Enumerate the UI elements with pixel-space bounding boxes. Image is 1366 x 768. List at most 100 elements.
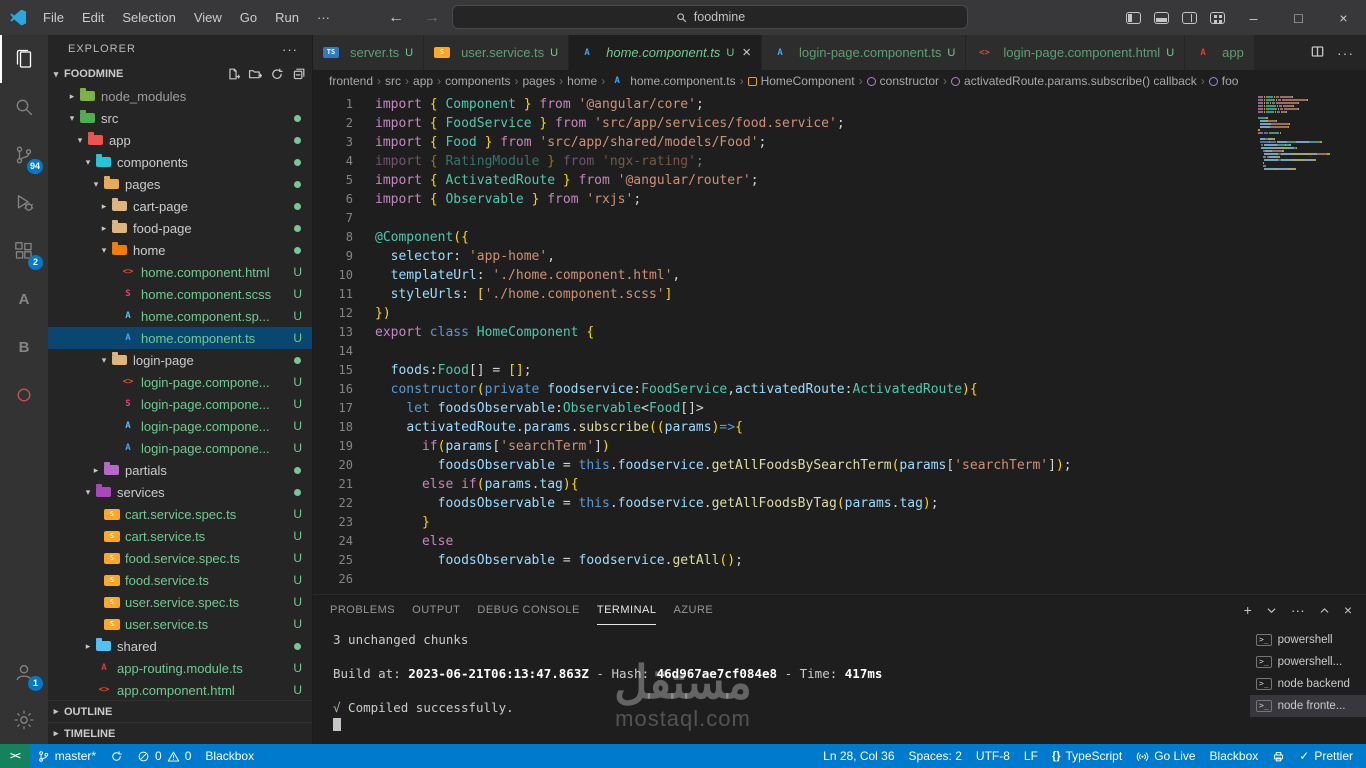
- tree-folder-app[interactable]: ▾ app: [48, 129, 312, 151]
- tab-login-page.component.html[interactable]: <> login-page.component.html U: [966, 35, 1186, 70]
- extensions-icon[interactable]: 2: [0, 227, 48, 275]
- terminal-instance-4[interactable]: >_ node fronte...: [1250, 695, 1366, 717]
- breadcrumb-item[interactable]: HomeComponent: [747, 74, 855, 88]
- maximize-panel-icon[interactable]: [1318, 604, 1331, 617]
- tree-file-home.component.sp...[interactable]: Ahome.component.sp... U: [48, 305, 312, 327]
- explorer-icon[interactable]: [0, 35, 48, 83]
- run-debug-icon[interactable]: [0, 179, 48, 227]
- code-line-20[interactable]: 20 foodsObservable = this.foodservice.ge…: [313, 456, 1246, 475]
- code-line-21[interactable]: 21 else if(params.tag){: [313, 475, 1246, 494]
- back-button[interactable]: ←: [388, 9, 404, 27]
- command-center-search[interactable]: foodmine: [452, 5, 968, 29]
- status-printer[interactable]: [1265, 744, 1292, 768]
- outline-section[interactable]: ▸ OUTLINE: [48, 700, 312, 722]
- tree-folder-services[interactable]: ▾ services: [48, 481, 312, 503]
- breadcrumb-item[interactable]: activatedRoute.params.subscribe() callba…: [951, 74, 1197, 88]
- code-line-9[interactable]: 9 selector: 'app-home',: [313, 247, 1246, 266]
- search-icon[interactable]: [0, 83, 48, 131]
- panel-tab-debug-console[interactable]: DEBUG CONSOLE: [477, 595, 579, 625]
- breadcrumb-item[interactable]: foo: [1208, 74, 1238, 88]
- tree-file-user.service.ts[interactable]: Suser.service.ts U: [48, 613, 312, 635]
- minimize-button[interactable]: –: [1231, 0, 1276, 35]
- tree-folder-partials[interactable]: ▸ partials: [48, 459, 312, 481]
- tab-server.ts[interactable]: TS server.ts U: [313, 35, 425, 70]
- panel-tab-problems[interactable]: PROBLEMS: [330, 595, 395, 625]
- breadcrumb-item[interactable]: frontend: [329, 74, 373, 88]
- tree-file-login-page.compone...[interactable]: Alogin-page.compone... U: [48, 415, 312, 437]
- minimap[interactable]: [1258, 96, 1358, 174]
- code-line-1[interactable]: 1 import { Component } from '@angular/cor…: [313, 95, 1246, 114]
- refresh-icon[interactable]: [270, 67, 284, 81]
- menu-more[interactable]: ···: [308, 0, 339, 35]
- new-folder-icon[interactable]: [248, 67, 262, 81]
- tab-home.component.ts[interactable]: Ahome.component.ts U ×: [569, 35, 763, 70]
- code-line-4[interactable]: 4 import { RatingModule } from 'ngx-ratin…: [313, 152, 1246, 171]
- new-file-icon[interactable]: [226, 67, 240, 81]
- tree-file-home.component.ts[interactable]: Ahome.component.ts U: [48, 327, 312, 349]
- code-line-23[interactable]: 23 }: [313, 513, 1246, 532]
- code-line-8[interactable]: 8 @Component({: [313, 228, 1246, 247]
- code-line-6[interactable]: 6 import { Observable } from 'rxjs';: [313, 190, 1246, 209]
- tree-folder-home[interactable]: ▾ home: [48, 239, 312, 261]
- menu-run[interactable]: Run: [266, 0, 308, 35]
- tree-folder-components[interactable]: ▾ components: [48, 151, 312, 173]
- status-cursor-position[interactable]: Ln 28, Col 36: [816, 744, 901, 768]
- tab-close-icon[interactable]: ×: [742, 44, 751, 61]
- project-section-header[interactable]: ▾ FOODMINE: [48, 63, 312, 85]
- menu-selection[interactable]: Selection: [113, 0, 184, 35]
- status-encoding[interactable]: UTF-8: [969, 744, 1017, 768]
- panel-tab-azure[interactable]: AZURE: [673, 595, 713, 625]
- breadcrumb-item[interactable]: components: [445, 74, 510, 88]
- code-line-13[interactable]: 13 export class HomeComponent {: [313, 323, 1246, 342]
- layout-panel-icon[interactable]: [1147, 0, 1175, 35]
- blackbox-icon[interactable]: B: [0, 323, 48, 371]
- panel-tab-output[interactable]: OUTPUT: [412, 595, 460, 625]
- source-control-icon[interactable]: 94: [0, 131, 48, 179]
- code-line-24[interactable]: 24 else: [313, 532, 1246, 551]
- code-line-3[interactable]: 3 import { Food } from 'src/app/shared/mo…: [313, 133, 1246, 152]
- record-icon[interactable]: [0, 371, 48, 419]
- code-line-17[interactable]: 17 let foodsObservable:Observable<Food[]…: [313, 399, 1246, 418]
- breadcrumb-item[interactable]: src: [385, 74, 401, 88]
- tree-file-login-page.compone...[interactable]: Alogin-page.compone... U: [48, 437, 312, 459]
- menu-edit[interactable]: Edit: [73, 0, 113, 35]
- tree-file-user.service.spec.ts[interactable]: Suser.service.spec.ts U: [48, 591, 312, 613]
- maximize-button[interactable]: □: [1276, 0, 1321, 35]
- sidebar-more-actions-icon[interactable]: ···: [282, 42, 298, 57]
- tree-file-home.component.scss[interactable]: Shome.component.scss U: [48, 283, 312, 305]
- status-blackbox[interactable]: Blackbox: [1203, 744, 1266, 768]
- code-line-12[interactable]: 12}): [313, 304, 1246, 323]
- settings-icon[interactable]: [0, 696, 48, 744]
- menu-file[interactable]: File: [34, 0, 73, 35]
- tree-folder-node_modules[interactable]: ▸ node_modules: [48, 85, 312, 107]
- code-line-16[interactable]: 16 constructor(private foodservice:FoodS…: [313, 380, 1246, 399]
- timeline-section[interactable]: ▸ TIMELINE: [48, 722, 312, 744]
- status-eol[interactable]: LF: [1017, 744, 1045, 768]
- tab-app[interactable]: Aapp: [1185, 35, 1255, 70]
- tree-file-cart.service.spec.ts[interactable]: Scart.service.spec.ts U: [48, 503, 312, 525]
- split-editor-icon[interactable]: [1310, 44, 1325, 62]
- angular-icon[interactable]: A: [0, 275, 48, 323]
- close-button[interactable]: ×: [1321, 0, 1366, 35]
- breadcrumb-item[interactable]: Ahome.component.ts: [609, 74, 735, 88]
- code-line-18[interactable]: 18 activatedRoute.params.subscribe((para…: [313, 418, 1246, 437]
- terminal-instance-2[interactable]: >_ powershell...: [1250, 651, 1366, 673]
- tree-file-app-routing.module.ts[interactable]: Aapp-routing.module.ts U: [48, 657, 312, 679]
- forward-button[interactable]: →: [424, 9, 440, 27]
- tree-folder-pages[interactable]: ▾ pages: [48, 173, 312, 195]
- terminal-instance-3[interactable]: >_ node backend: [1250, 673, 1366, 695]
- code-line-2[interactable]: 2 import { FoodService } from 'src/app/se…: [313, 114, 1246, 133]
- code-line-14[interactable]: 14: [313, 342, 1246, 361]
- breadcrumb-item[interactable]: pages: [522, 74, 555, 88]
- tab-user.service.ts[interactable]: Suser.service.ts U: [424, 35, 570, 70]
- layout-sidebar-right-icon[interactable]: [1175, 0, 1203, 35]
- status-sync[interactable]: [103, 744, 130, 768]
- panel-more-icon[interactable]: ···: [1291, 602, 1305, 618]
- new-terminal-icon[interactable]: +: [1244, 602, 1252, 618]
- editor-more-actions-icon[interactable]: ···: [1337, 45, 1354, 61]
- tree-folder-login-page[interactable]: ▾ login-page: [48, 349, 312, 371]
- close-panel-icon[interactable]: ×: [1344, 602, 1352, 618]
- status-remote[interactable]: ><: [0, 744, 30, 768]
- menu-go[interactable]: Go: [231, 0, 266, 35]
- customize-layout-icon[interactable]: [1203, 0, 1231, 35]
